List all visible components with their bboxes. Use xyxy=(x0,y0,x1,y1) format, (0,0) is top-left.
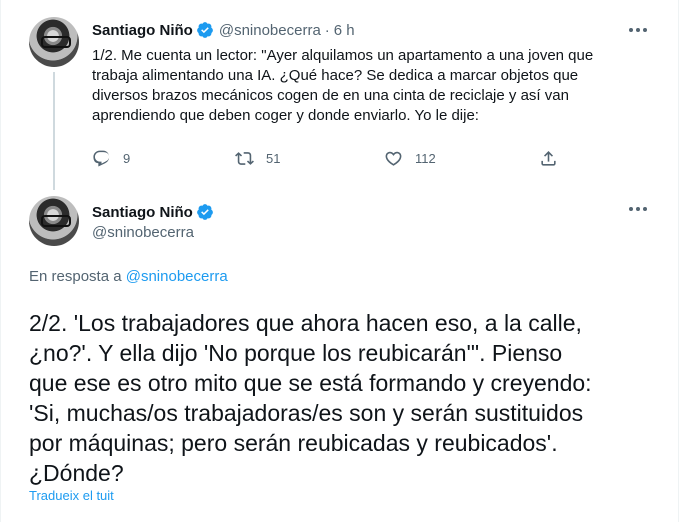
tweet-text-line: por máquinas; pero serán reubicadas y re… xyxy=(29,430,558,456)
like-icon xyxy=(385,151,402,166)
author-name[interactable]: Santiago Niño xyxy=(92,204,193,221)
tweet-2[interactable]: Santiago Niño @sninobecerra En resposta … xyxy=(1,190,679,522)
tweet-text-line: 1/2. Me cuenta un lector: "Ayer alquilam… xyxy=(92,47,594,64)
tweet-text-line: 2/2. 'Los trabajadores que ahora hacen e… xyxy=(29,310,582,336)
reply-count: 9 xyxy=(123,151,131,166)
verified-badge-icon xyxy=(196,204,213,220)
timeline-frame: Santiago Niño @sninobecerra · 6 h 1/2. M… xyxy=(0,0,679,522)
tweet-text-line: ¿Dónde? xyxy=(29,460,124,486)
like-count: 112 xyxy=(415,151,436,166)
verified-badge-icon xyxy=(196,22,213,38)
like-button[interactable]: 112 xyxy=(384,149,436,168)
tweet-text-line: ¿no?'. Y ella dijo 'No porque los reubic… xyxy=(29,340,563,366)
reply-context: En resposta a @sninobecerra xyxy=(29,268,228,285)
separator-dot: · xyxy=(324,21,330,39)
share-icon xyxy=(541,151,556,166)
more-options-icon[interactable] xyxy=(629,204,647,214)
tweet-1[interactable]: Santiago Niño @sninobecerra · 6 h 1/2. M… xyxy=(1,0,679,190)
more-options-icon[interactable] xyxy=(629,25,647,35)
tweet-text-line: 'Si, muchas/os trabajadoras/es son y ser… xyxy=(29,400,584,426)
tweet-text: 1/2. Me cuenta un lector: "Ayer alquilam… xyxy=(92,46,652,126)
avatar[interactable] xyxy=(29,17,79,67)
reply-icon xyxy=(93,150,110,167)
thread-line xyxy=(53,72,55,190)
tweet-text: 2/2. 'Los trabajadores que ahora hacen e… xyxy=(29,308,669,488)
retweet-icon xyxy=(235,152,254,165)
tweet-header: Santiago Niño xyxy=(92,203,214,221)
share-button[interactable] xyxy=(539,149,558,168)
retweet-button[interactable]: 51 xyxy=(235,149,280,168)
author-name[interactable]: Santiago Niño xyxy=(92,22,193,39)
translate-tweet-link[interactable]: Tradueix el tuit xyxy=(29,488,114,503)
tweet-text-line: diversos brazos mecánicos cogen de en un… xyxy=(92,87,569,104)
tweet-text-line: que ese es otro mito que se está formand… xyxy=(29,370,592,396)
retweet-count: 51 xyxy=(266,151,281,166)
tweet-actions: 9 51 112 xyxy=(92,149,562,171)
tweet-time[interactable]: 6 h xyxy=(334,22,355,39)
reply-handle-link[interactable]: @sninobecerra xyxy=(126,268,228,285)
reply-button[interactable]: 9 xyxy=(92,149,130,168)
reply-prefix: En resposta a xyxy=(29,268,126,285)
tweet-text-line: aprendiendo que deben coger y donde envi… xyxy=(92,107,479,124)
author-handle[interactable]: @sninobecerra xyxy=(219,22,321,39)
author-handle[interactable]: @sninobecerra xyxy=(92,224,194,241)
tweet-header: Santiago Niño @sninobecerra · 6 h xyxy=(92,21,355,39)
avatar[interactable] xyxy=(29,196,79,246)
tweet-text-line: trabaja alimentando una IA. ¿Qué hace? S… xyxy=(92,67,579,84)
